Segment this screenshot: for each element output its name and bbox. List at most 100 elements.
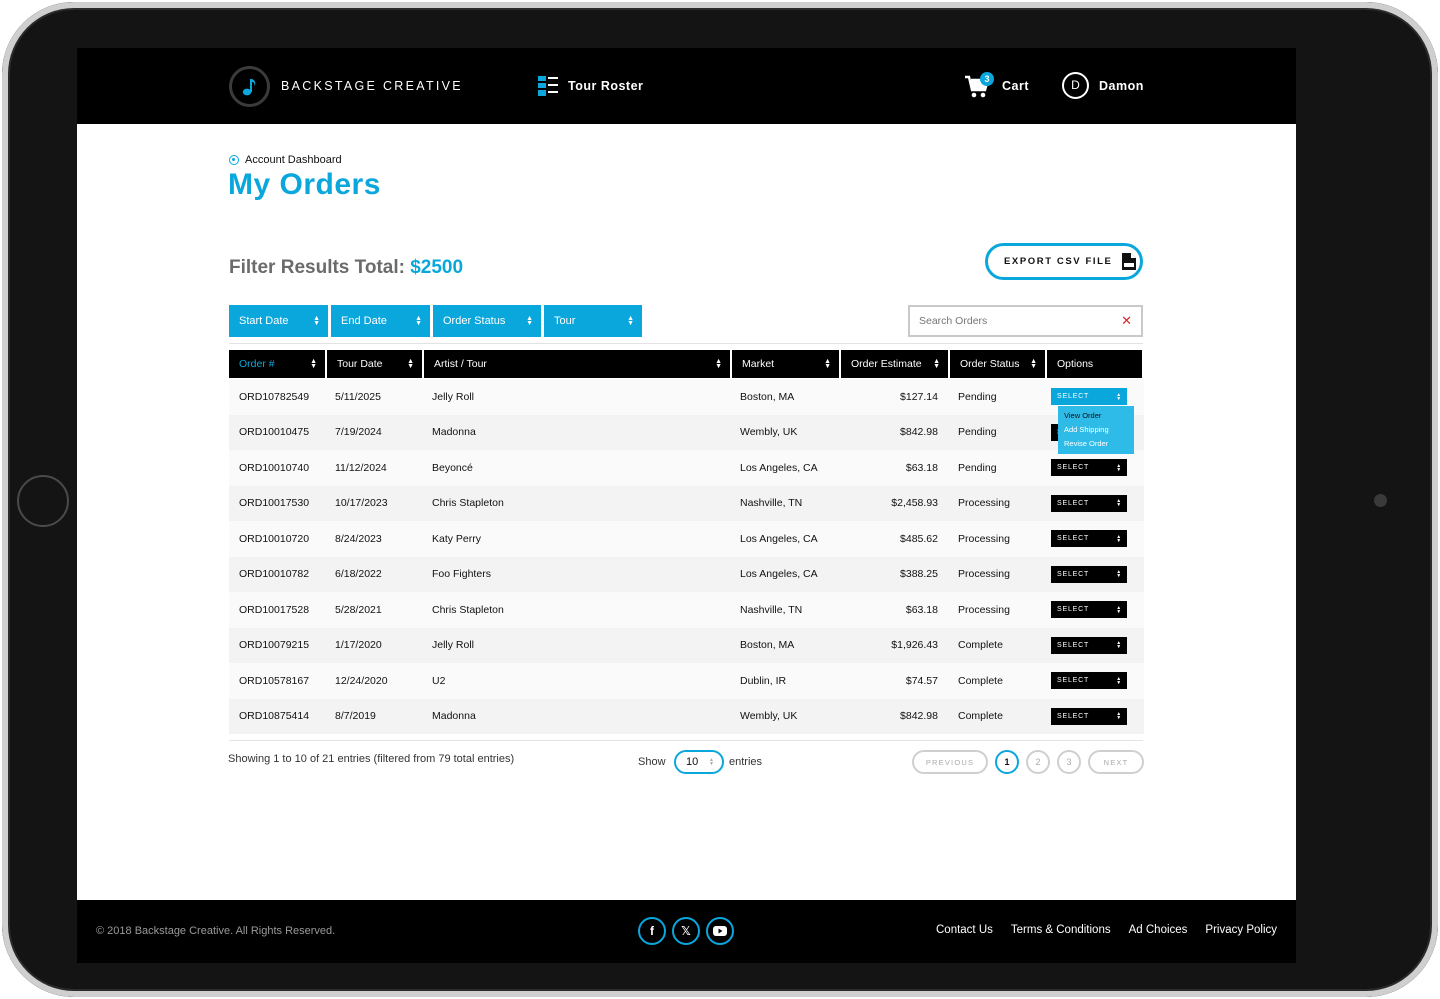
next-page-button[interactable]: NEXT <box>1088 750 1144 774</box>
column-header-options: Options <box>1047 350 1142 378</box>
select-options-button[interactable]: SELECT ▲▼ <box>1051 388 1127 406</box>
footer-links: Contact Us Terms & Conditions Ad Choices… <box>936 924 1277 936</box>
select-label: SELECT <box>1057 677 1090 685</box>
cell-order: ORD10875414 <box>239 710 310 723</box>
cell-date: 6/18/2022 <box>335 568 382 581</box>
column-header-estimate[interactable]: Order Estimate ▲ ▼ <box>841 350 948 378</box>
select-options-button[interactable]: SELECT ▲▼ <box>1051 636 1127 654</box>
user-name[interactable]: Damon <box>1099 79 1144 93</box>
menu-item-revise-order[interactable]: Revise Order <box>1064 437 1134 451</box>
sort-arrows-icon: ▲▼ <box>313 315 320 327</box>
breadcrumb-label[interactable]: Account Dashboard <box>245 154 342 166</box>
sort-arrows-icon: ▲▼ <box>1116 675 1122 686</box>
cell-status: Pending <box>958 426 997 439</box>
filter-bar: Start Date ▲ ▼ End Date ▲ ▼ Order Status ▲… <box>229 305 642 337</box>
cell-market: Boston, MA <box>740 639 795 652</box>
brand-name[interactable]: BACKSTAGE CREATIVE <box>281 79 463 93</box>
contact-us-link[interactable]: Contact Us <box>936 924 993 936</box>
cell-order: ORD10010782 <box>239 568 310 581</box>
table-row[interactable]: ORD10578167 12/24/2020 U2 Dublin, IR $74.57 C… <box>229 663 1144 699</box>
menu-item-add-shipping[interactable]: Add Shipping <box>1064 423 1134 437</box>
table-row[interactable]: ORD10010782 6/18/2022 Foo Fighters Los Ange… <box>229 556 1144 592</box>
cell-market: Boston, MA <box>740 390 795 403</box>
column-header-tour-date[interactable]: Tour Date ▲ ▼ <box>327 350 422 378</box>
select-options-button[interactable]: SELECT ▲▼ <box>1051 530 1127 548</box>
cell-artist: Katy Perry <box>432 532 482 545</box>
pagination: PREVIOUS 1 2 3 NEXT <box>912 750 1144 774</box>
select-options-button[interactable]: SELECT ▲▼ <box>1051 672 1127 690</box>
sort-arrows-icon: ▲▼ <box>407 358 414 370</box>
column-header-status[interactable]: Order Status ▲ ▼ <box>950 350 1045 378</box>
cell-options: SELECT ▲▼ <box>1045 601 1142 619</box>
end-date-filter[interactable]: End Date ▲ ▼ <box>331 305 430 337</box>
privacy-policy-link[interactable]: Privacy Policy <box>1205 924 1277 936</box>
cell-date: 5/28/2021 <box>335 603 382 616</box>
select-options-button[interactable]: SELECT ▲▼ <box>1051 707 1127 725</box>
tour-filter[interactable]: Tour ▲ ▼ <box>544 305 642 337</box>
cell-order: ORD10010740 <box>239 461 310 474</box>
cart-label[interactable]: Cart <box>1002 79 1029 93</box>
cell-options: SELECT ▲▼ <box>1045 459 1142 477</box>
select-options-button[interactable]: SELECT ▲▼ <box>1051 601 1127 619</box>
clear-icon[interactable]: ✕ <box>1121 313 1132 329</box>
page-button-1[interactable]: 1 <box>995 750 1019 774</box>
previous-page-button[interactable]: PREVIOUS <box>912 750 988 774</box>
order-status-label: Order Status <box>443 315 506 327</box>
roster-icon[interactable] <box>538 76 558 96</box>
cell-options: SELECT ▲▼ <box>1045 530 1142 548</box>
table-row[interactable]: ORD10782549 5/11/2025 Jelly Roll Boston, MA… <box>229 379 1144 415</box>
cell-market: Los Angeles, CA <box>740 532 818 545</box>
column-header-artist[interactable]: Artist / Tour ▲ ▼ <box>424 350 730 378</box>
column-label: Order Estimate <box>851 358 922 370</box>
cart-button[interactable]: 3 <box>965 72 994 100</box>
top-navbar: BACKSTAGE CREATIVE Tour Roster 3 Cart D … <box>77 48 1296 124</box>
cell-status: Processing <box>958 497 1010 510</box>
cell-date: 12/24/2020 <box>335 674 388 687</box>
cell-order: ORD10017528 <box>239 603 310 616</box>
facebook-icon[interactable]: f <box>638 917 666 945</box>
breadcrumb[interactable]: Account Dashboard <box>229 154 342 166</box>
table-row[interactable]: ORD10010475 7/19/2024 Madonna Wembly, UK $84… <box>229 414 1144 450</box>
sort-arrows-icon: ▲▼ <box>1116 498 1122 509</box>
search-input[interactable] <box>919 315 1109 327</box>
cell-market: Wembly, UK <box>740 426 798 439</box>
cell-artist: Beyoncé <box>432 461 473 474</box>
table-row[interactable]: ORD10017528 5/28/2021 Chris Stapleton Nashv… <box>229 592 1144 628</box>
column-header-order[interactable]: Order # ▲ ▼ <box>229 350 325 378</box>
ad-choices-link[interactable]: Ad Choices <box>1129 924 1188 936</box>
menu-item-view-order[interactable]: View Order <box>1064 409 1134 423</box>
sort-arrows-icon: ▲▼ <box>415 315 422 327</box>
terms-link[interactable]: Terms & Conditions <box>1011 924 1111 936</box>
table-row[interactable]: ORD10010720 8/24/2023 Katy Perry Los Angele… <box>229 521 1144 557</box>
search-box: ✕ <box>908 305 1143 337</box>
show-label: Show <box>638 756 666 768</box>
entries-per-page-select[interactable]: 10 ▲ ▼ <box>674 750 724 774</box>
divider <box>229 740 1143 741</box>
start-date-filter[interactable]: Start Date ▲ ▼ <box>229 305 328 337</box>
x-icon[interactable]: 𝕏 <box>672 917 700 945</box>
cell-options: SELECT ▲▼ <box>1045 388 1142 406</box>
table-row[interactable]: ORD10875414 8/7/2019 Madonna Wembly, UK $842… <box>229 698 1144 734</box>
table-row[interactable]: ORD10017530 10/17/2023 Chris Stapleton Nash… <box>229 485 1144 521</box>
cell-order: ORD10010720 <box>239 532 310 545</box>
select-options-button[interactable]: SELECT ▲▼ <box>1051 565 1127 583</box>
page-button-3[interactable]: 3 <box>1057 750 1081 774</box>
music-note-icon[interactable] <box>229 66 270 107</box>
sort-arrows-icon: ▲▼ <box>627 315 634 327</box>
order-status-filter[interactable]: Order Status ▲ ▼ <box>433 305 541 337</box>
export-csv-button[interactable]: EXPORT CSV FILE <box>985 243 1143 280</box>
select-options-button[interactable]: SELECT ▲▼ <box>1051 494 1127 512</box>
tour-roster-link[interactable]: Tour Roster <box>568 79 643 93</box>
cell-options: SELECT ▲▼ <box>1045 672 1142 690</box>
column-header-market[interactable]: Market ▲ ▼ <box>732 350 839 378</box>
table-row[interactable]: ORD10010740 11/12/2024 Beyoncé Los Angeles,… <box>229 450 1144 486</box>
cell-status: Pending <box>958 461 997 474</box>
select-options-button[interactable]: SELECT ▲▼ <box>1051 459 1127 477</box>
avatar[interactable]: D <box>1062 72 1089 99</box>
cell-market: Los Angeles, CA <box>740 568 818 581</box>
cell-estimate: $1,926.43 <box>891 639 938 652</box>
app-screen: BACKSTAGE CREATIVE Tour Roster 3 Cart D … <box>77 48 1296 963</box>
page-button-2[interactable]: 2 <box>1026 750 1050 774</box>
youtube-icon[interactable] <box>706 917 734 945</box>
table-row[interactable]: ORD10079215 1/17/2020 Jelly Roll Boston, MA… <box>229 627 1144 663</box>
